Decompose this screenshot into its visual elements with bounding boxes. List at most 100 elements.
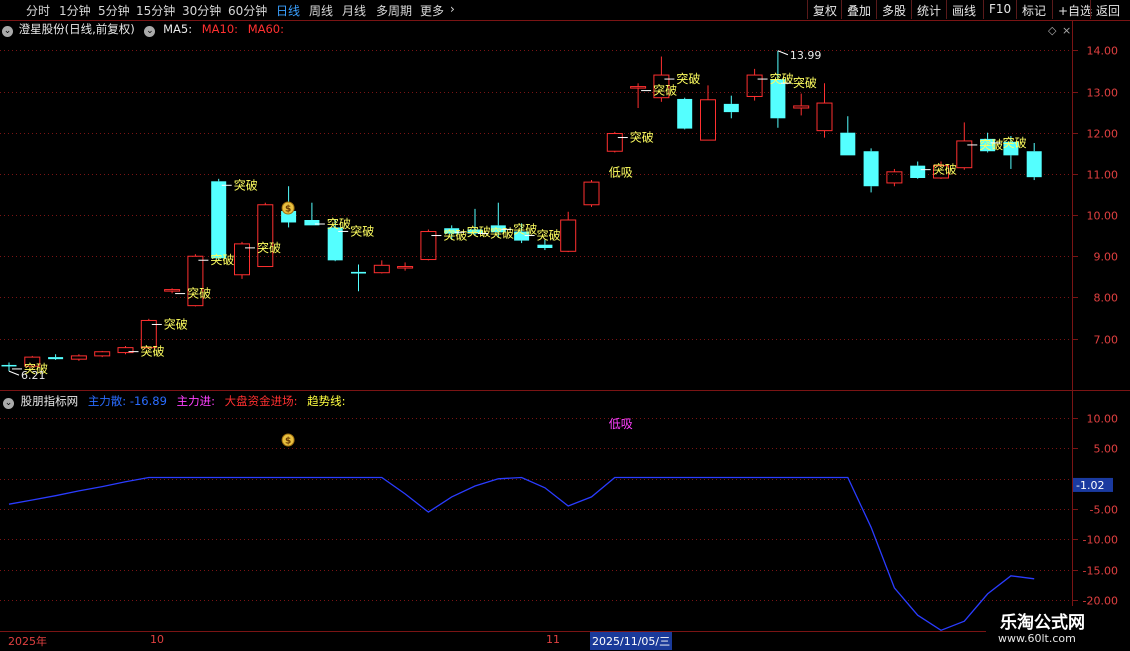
toolbar-button-0[interactable]: 复权 <box>807 0 842 19</box>
candle-body <box>630 86 647 89</box>
price-tick-label: 11.00 <box>1087 169 1119 182</box>
breakout-label: 突破 <box>793 75 817 90</box>
watermark-title: 乐淘公式网 <box>1000 613 1085 633</box>
breakout-label: 突破 <box>1003 135 1027 150</box>
indicator-tick-label: -15.00 <box>1083 565 1118 578</box>
indicator-tick-label: -10.00 <box>1083 534 1118 547</box>
candle-body <box>840 132 856 156</box>
toolbar-button-3[interactable]: 统计 <box>911 0 946 19</box>
date-nov: 11 <box>546 633 560 646</box>
watermark: 乐淘公式网 www.60lt.com <box>986 606 1130 650</box>
price-tick-label: 10.00 <box>1087 210 1119 223</box>
candle-body <box>816 102 833 132</box>
candle-body <box>793 105 810 109</box>
stock-name: 澄星股份(日线,前复权) <box>18 22 135 36</box>
breakout-label: 突破 <box>676 71 700 86</box>
price-tick-label: 8.00 <box>1094 292 1119 305</box>
indicator-header: ⌄ 股朋指标网 主力散: -16.89 主力进: 大盘资金进场: 趋势线: <box>0 393 352 409</box>
breakout-label: 突破 <box>513 221 537 236</box>
price-tick-label: 14.00 <box>1087 45 1119 58</box>
period-tab-10[interactable]: 更多 <box>420 2 444 19</box>
toolbar-button-4[interactable]: 画线 <box>946 0 981 19</box>
chevron-down-icon[interactable]: ⌄ <box>3 398 14 409</box>
price-chart-header: ⌄ 澄星股份(日线,前复权) ⌄ MA5: MA10: MA60: <box>0 21 290 37</box>
low-buy-indicator-label: 低吸 <box>609 417 633 431</box>
period-tab-7[interactable]: 周线 <box>309 2 333 19</box>
breakout-label: 突破 <box>467 224 491 239</box>
chart-canvas[interactable]: 14.00 13.00 12.00 11.00 10.00 9.00 8.00 7.00 10.… <box>0 0 1130 650</box>
market-funds-label: 大盘资金进场: <box>224 394 298 408</box>
period-tab-4[interactable]: 30分钟 <box>182 2 221 19</box>
period-tab-0[interactable]: 分时 <box>26 2 50 19</box>
watermark-url: www.60lt.com <box>998 632 1076 645</box>
candle-body <box>94 351 111 357</box>
candle-body <box>1026 151 1042 178</box>
chevron-down-icon[interactable]: ⌄ <box>144 26 156 37</box>
candle-body <box>583 181 600 206</box>
breakout-label: 突破 <box>350 223 374 238</box>
toolbar-button-5[interactable]: F10 <box>983 0 1016 19</box>
selected-date: 2025/11/05/三 <box>590 632 673 650</box>
money-bag-indicator-icon-glyph: $ <box>285 437 291 447</box>
candle-body <box>304 220 320 226</box>
candle-body <box>397 266 414 269</box>
candle-body <box>211 181 227 259</box>
current-value-label: -1.02 <box>1076 479 1104 492</box>
breakout-label: 突破 <box>141 344 165 359</box>
close-icon: × <box>1062 24 1071 37</box>
indicator-tick-label: 5.00 <box>1094 443 1119 456</box>
breakout-label: 突破 <box>933 162 957 177</box>
indicator-tick-label: 10.00 <box>1087 413 1119 426</box>
money-bag-icon-glyph: $ <box>285 205 291 215</box>
period-tab-3[interactable]: 15分钟 <box>136 2 175 19</box>
indicator-name: 股朋指标网 <box>20 394 79 408</box>
breakout-label: 突破 <box>770 71 794 86</box>
ma60-label: MA60: <box>247 22 284 36</box>
price-tick-label: 12.00 <box>1087 128 1119 141</box>
period-tab-9[interactable]: 多周期 <box>376 2 412 19</box>
period-tab-6[interactable]: 日线 <box>276 2 300 19</box>
period-tab-1[interactable]: 1分钟 <box>59 2 91 19</box>
breakout-label: 突破 <box>443 228 467 243</box>
candle-body <box>1 364 17 367</box>
period-tab-8[interactable]: 月线 <box>342 2 366 19</box>
candle-body <box>257 204 274 268</box>
ma10-label: MA10: <box>201 22 239 36</box>
price-tick-label: 13.00 <box>1087 87 1119 100</box>
candle-body <box>351 271 366 274</box>
breakout-label: 突破 <box>210 252 234 267</box>
candle-body <box>863 151 879 187</box>
toolbar-button-8[interactable]: 返回 <box>1090 0 1125 19</box>
toolbar-button-1[interactable]: 叠加 <box>841 0 876 19</box>
candle-body <box>70 355 87 360</box>
low-buy-label: 低吸 <box>609 165 633 179</box>
price-tick-label: 9.00 <box>1094 251 1119 264</box>
breakout-label: 突破 <box>187 286 211 301</box>
period-tab-2[interactable]: 5分钟 <box>98 2 130 19</box>
period-tab-5[interactable]: 60分钟 <box>228 2 267 19</box>
ma5-label: MA5: <box>163 22 193 36</box>
low-price-arrow <box>8 370 20 376</box>
diamond-icon: ◇ <box>1048 24 1057 37</box>
toolbar-button-6[interactable]: 标记 <box>1016 0 1051 19</box>
candle-body <box>746 74 763 97</box>
candle-body <box>373 264 390 274</box>
toolbar-button-2[interactable]: 多股 <box>876 0 911 19</box>
breakout-label: 突破 <box>327 216 351 231</box>
breakout-label: 突破 <box>630 130 654 145</box>
date-axis: 2025年 10 11 2025/11/05/三 <box>0 631 986 651</box>
main-in-label: 主力进: <box>176 394 215 408</box>
candle-body <box>723 103 739 113</box>
high-price-arrow <box>777 50 789 56</box>
more-chevron-icon[interactable]: › <box>450 2 455 16</box>
candle-body <box>560 219 577 252</box>
breakout-label: 突破 <box>490 225 514 240</box>
candle-body <box>164 289 181 292</box>
period-toolbar: 分时 1分钟 5分钟 15分钟 30分钟 60分钟 日线 周线 月线 多周期 更多 › 复权 叠加 多股 统计… <box>0 0 1130 21</box>
dropdown-icon[interactable]: ⌄ <box>2 26 13 37</box>
trend-label: 趋势线: <box>307 394 346 408</box>
main-force-value: -16.89 <box>129 394 167 408</box>
candle-body <box>700 99 716 141</box>
candle-body <box>677 98 693 129</box>
breakout-label: 突破 <box>257 240 281 255</box>
